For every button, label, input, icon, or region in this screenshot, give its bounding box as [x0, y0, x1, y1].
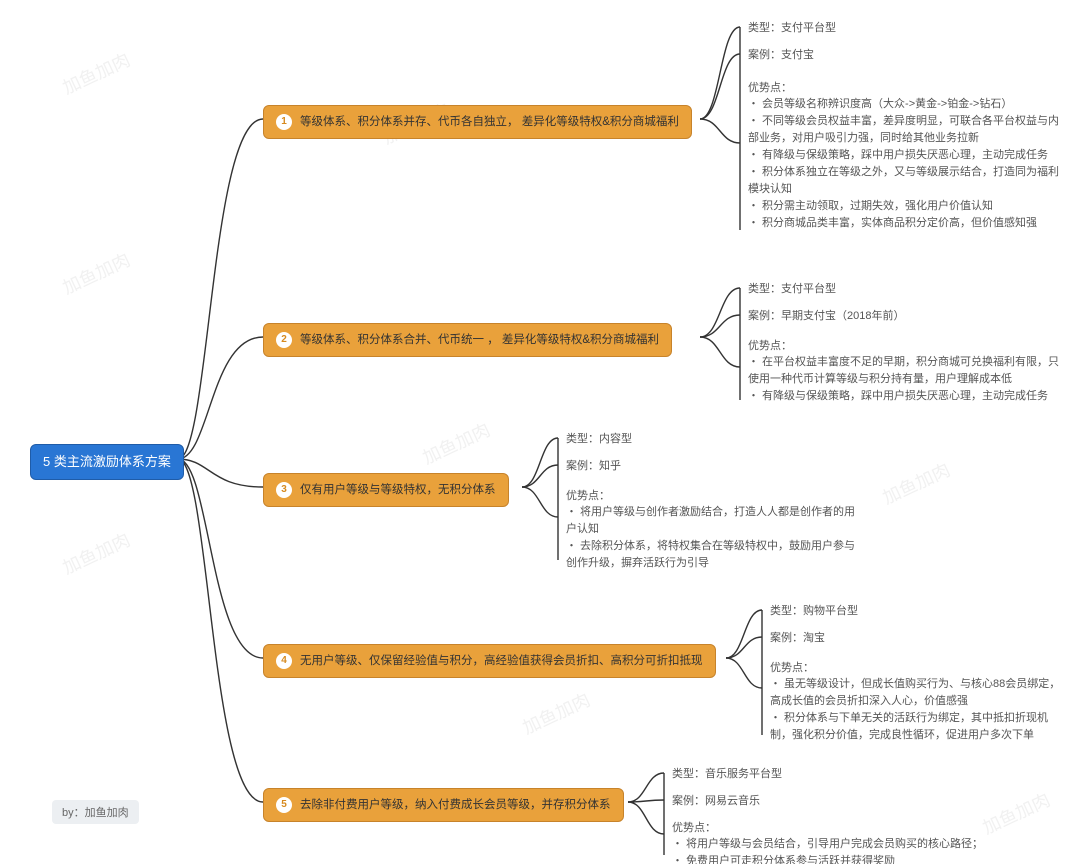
leaf-adv-header-5: 优势点： — [672, 820, 716, 837]
leaf-case-5: 案例：网易云音乐 — [672, 793, 760, 810]
branch-number-badge: 1 — [276, 114, 292, 130]
leaf-adv-body-5: ・ 将用户等级与会员结合，引导用户完成会员购买的核心路径； ・ 免费用户可走积分… — [672, 836, 983, 864]
leaf-adv-body-1: ・ 会员等级名称辨识度高（大众->黄金->铂金->钻石） ・ 不同等级会员权益丰… — [748, 96, 1068, 232]
leaf-adv-body-4: ・ 虽无等级设计，但成长值购买行为、与核心88会员绑定，高成长值的会员折扣深入人… — [770, 676, 1070, 744]
watermark: 加鱼加肉 — [58, 526, 134, 580]
leaf-type-2: 类型：支付平台型 — [748, 281, 836, 298]
root-label: 5 类主流激励体系方案 — [43, 454, 171, 469]
leaf-adv-body-3: ・ 将用户等级与创作者激励结合，打造人人都是创作者的用户认知 ・ 去除积分体系，… — [566, 504, 866, 572]
leaf-adv-body-2: ・ 在平台权益丰富度不足的早期，积分商城可兑换福利有限，只使用一种代币计算等级与… — [748, 354, 1068, 405]
branch-node-2[interactable]: 2 等级体系、积分体系合并、代币统一 ， 差异化等级特权&积分商城福利 — [263, 323, 672, 357]
leaf-case-4: 案例：淘宝 — [770, 630, 825, 647]
leaf-case-3: 案例：知乎 — [566, 458, 621, 475]
branch-node-1[interactable]: 1 等级体系、积分体系并存、代币各自独立， 差异化等级特权&积分商城福利 — [263, 105, 692, 139]
watermark: 加鱼加肉 — [518, 686, 594, 740]
branch-label: 去除非付费用户等级，纳入付费成长会员等级，并存积分体系 — [300, 797, 611, 813]
leaf-case-1: 案例：支付宝 — [748, 47, 814, 64]
leaf-adv-header-3: 优势点： — [566, 488, 610, 505]
branch-label: 仅有用户等级与等级特权，无积分体系 — [300, 482, 496, 498]
branch-label: 等级体系、积分体系并存、代币各自独立， 差异化等级特权&积分商城福利 — [300, 114, 679, 130]
watermark: 加鱼加肉 — [878, 456, 954, 510]
branch-number-badge: 2 — [276, 332, 292, 348]
branch-node-5[interactable]: 5 去除非付费用户等级，纳入付费成长会员等级，并存积分体系 — [263, 788, 624, 822]
branch-label: 等级体系、积分体系合并、代币统一 ， 差异化等级特权&积分商城福利 — [300, 332, 659, 348]
leaf-type-5: 类型：音乐服务平台型 — [672, 766, 782, 783]
branch-number-badge: 5 — [276, 797, 292, 813]
watermark: 加鱼加肉 — [418, 416, 494, 470]
watermark: 加鱼加肉 — [58, 246, 134, 300]
leaf-type-4: 类型：购物平台型 — [770, 603, 858, 620]
leaf-type-3: 类型：内容型 — [566, 431, 632, 448]
byline: by：加鱼加肉 — [52, 800, 139, 824]
leaf-adv-header-2: 优势点： — [748, 338, 792, 355]
watermark: 加鱼加肉 — [978, 786, 1054, 840]
root-node[interactable]: 5 类主流激励体系方案 — [30, 444, 184, 480]
watermark: 加鱼加肉 — [58, 46, 134, 100]
branch-node-3[interactable]: 3 仅有用户等级与等级特权，无积分体系 — [263, 473, 509, 507]
branch-label: 无用户等级、仅保留经验值与积分，高经验值获得会员折扣、高积分可折扣抵现 — [300, 653, 703, 669]
branch-number-badge: 4 — [276, 653, 292, 669]
leaf-type-1: 类型：支付平台型 — [748, 20, 836, 37]
leaf-adv-header-4: 优势点： — [770, 660, 814, 677]
branch-node-4[interactable]: 4 无用户等级、仅保留经验值与积分，高经验值获得会员折扣、高积分可折扣抵现 — [263, 644, 716, 678]
branch-number-badge: 3 — [276, 482, 292, 498]
leaf-case-2: 案例：早期支付宝（2018年前） — [748, 308, 904, 325]
leaf-adv-header-1: 优势点： — [748, 80, 792, 97]
